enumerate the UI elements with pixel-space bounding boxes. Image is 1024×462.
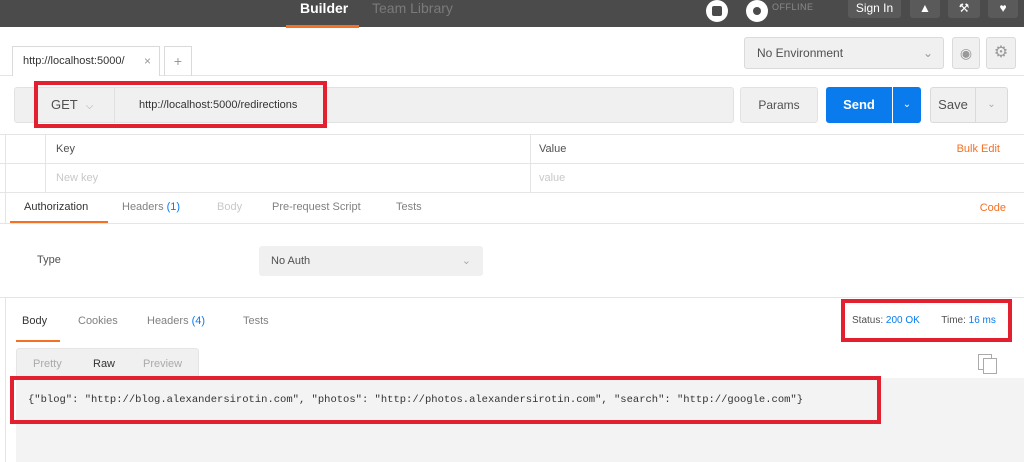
row-gutter <box>0 164 46 193</box>
auth-type-select[interactable]: No Auth ⌄ <box>259 246 483 276</box>
response-tab-body[interactable]: Body <box>22 300 47 342</box>
tab-tests[interactable]: Tests <box>396 192 422 222</box>
new-key-input[interactable]: New key <box>56 164 98 192</box>
settings-wrench-icon[interactable]: ⚒ <box>948 0 980 18</box>
tab-headers-count: (1) <box>166 201 181 213</box>
view-tab-preview[interactable]: Preview <box>143 349 182 379</box>
value-column-header: Value <box>539 143 567 155</box>
view-tab-pretty[interactable]: Pretty <box>33 349 62 379</box>
tab-headers[interactable]: Headers (1) <box>122 192 180 222</box>
add-tab-button[interactable]: + <box>164 46 192 76</box>
highlight-box-url <box>34 81 327 128</box>
authorization-panel: Type No Auth ⌄ <box>0 224 1024 298</box>
auth-type-label: Type <box>37 254 61 266</box>
close-tab-icon[interactable]: × <box>144 47 151 75</box>
request-sub-tabs: Authorization Headers (1) Body Pre-reque… <box>0 192 1024 224</box>
team-library-tab[interactable]: Team Library <box>372 0 453 27</box>
tab-headers-label: Headers <box>122 201 164 213</box>
send-button[interactable]: Send <box>826 87 892 123</box>
view-tab-raw[interactable]: Raw <box>93 349 115 379</box>
request-tab-label: http://localhost:5000/ <box>23 55 125 67</box>
auth-type-value: No Auth <box>271 255 311 267</box>
chevron-down-icon: ⌄ <box>922 46 933 60</box>
params-header-row: Key Value Bulk Edit <box>0 135 1024 164</box>
top-bar: Builder Team Library OFFLINE Sign In ▲ ⚒… <box>0 0 1024 28</box>
params-new-row: New key value <box>0 164 1024 193</box>
response-tab-headers[interactable]: Headers (4) <box>147 300 205 342</box>
params-button[interactable]: Params <box>740 87 818 123</box>
highlight-box-response-body <box>10 376 881 424</box>
offline-status-icon[interactable] <box>746 0 768 22</box>
send-dropdown-chevron-icon[interactable]: ⌄ <box>893 87 921 123</box>
chevron-down-icon: ⌄ <box>461 255 471 267</box>
code-link[interactable]: Code <box>980 192 1006 224</box>
builder-tab[interactable]: Builder <box>300 0 348 27</box>
request-tab-strip: http://localhost:5000/ × + No Environmen… <box>0 28 1024 76</box>
active-tab-underline <box>10 221 108 223</box>
highlight-box-status <box>841 299 1012 342</box>
response-tab-tests[interactable]: Tests <box>243 300 269 342</box>
active-response-tab-underline <box>16 340 60 342</box>
request-tab[interactable]: http://localhost:5000/ × <box>12 46 160 76</box>
heart-icon[interactable]: ♥ <box>988 0 1018 18</box>
response-view-tabs: Pretty Raw Preview <box>16 348 199 378</box>
key-column-header: Key <box>56 143 75 155</box>
response-tab-headers-count: (4) <box>191 315 206 327</box>
notifications-bell-icon[interactable]: ▲ <box>910 0 940 18</box>
environment-select-value: No Environment <box>757 46 844 60</box>
copy-icon[interactable] <box>978 354 997 374</box>
offline-label: OFFLINE <box>772 2 814 12</box>
params-table: Key Value Bulk Edit New key value <box>0 134 1024 193</box>
save-button[interactable]: Save <box>930 87 976 123</box>
column-divider <box>530 135 531 164</box>
tab-body[interactable]: Body <box>217 192 242 222</box>
manage-environments-gear-icon[interactable]: ⚙ <box>986 37 1016 69</box>
sync-icon[interactable] <box>706 0 728 22</box>
new-value-input[interactable]: value <box>539 164 565 192</box>
environment-quick-look-eye-icon[interactable]: ◉ <box>952 37 980 69</box>
tab-pre-request-script[interactable]: Pre-request Script <box>272 192 361 222</box>
sign-in-button[interactable]: Sign In <box>848 0 901 18</box>
response-tab-cookies[interactable]: Cookies <box>78 300 118 342</box>
response-tab-headers-label: Headers <box>147 315 189 327</box>
tab-authorization[interactable]: Authorization <box>24 192 88 222</box>
row-gutter <box>0 135 46 164</box>
environment-select[interactable]: No Environment ⌄ <box>744 37 944 69</box>
bulk-edit-link[interactable]: Bulk Edit <box>957 135 1000 163</box>
column-divider <box>530 164 531 193</box>
save-dropdown-chevron-icon[interactable]: ⌄ <box>976 87 1008 123</box>
